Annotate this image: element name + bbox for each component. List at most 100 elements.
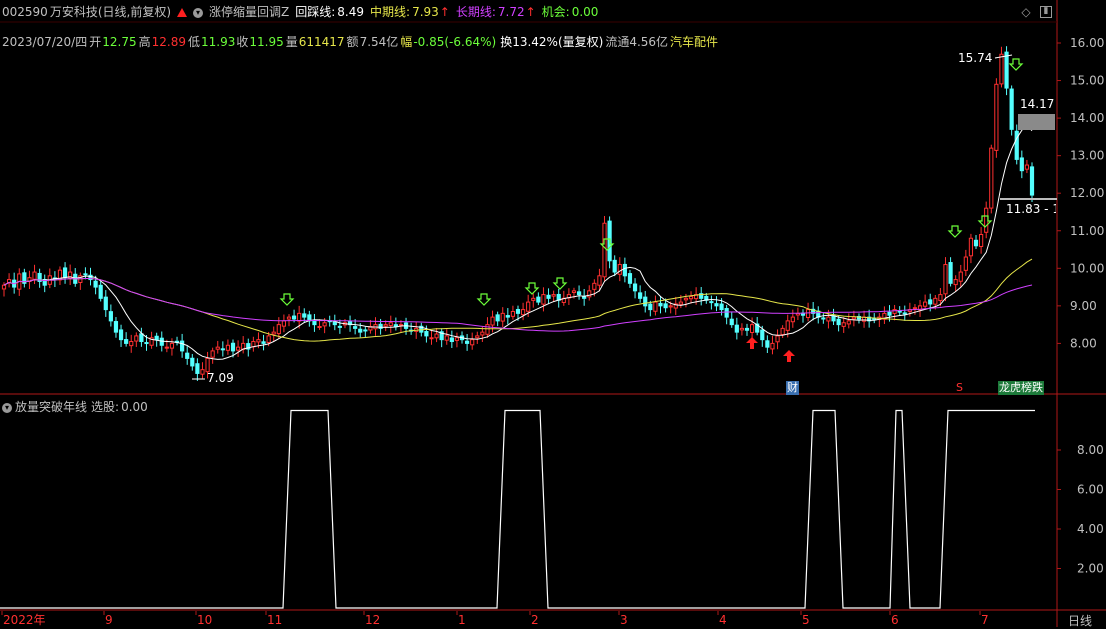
candle-body: [841, 322, 846, 327]
candle-body: [118, 329, 124, 341]
candle-body: [536, 296, 541, 303]
candle-body: [475, 335, 480, 339]
jihui-value: 0.00: [571, 5, 599, 19]
candle-body: [185, 352, 190, 359]
candle-body: [653, 301, 658, 312]
stock-symbol: 002590: [2, 5, 48, 19]
candle-body: [215, 346, 220, 350]
signal-up-arrow-icon: [783, 350, 795, 362]
candle-body: [826, 316, 831, 322]
signal-down-arrow-icon: [524, 282, 540, 295]
open-label: 开: [89, 35, 102, 49]
candle-body: [276, 324, 281, 335]
candle-body: [281, 320, 287, 327]
sub-indicator-name[interactable]: 放量突破年线: [15, 400, 87, 414]
candle-body: [291, 315, 297, 320]
candle-body: [164, 346, 169, 349]
changqi-label: 长期线:: [455, 5, 496, 19]
candle-body: [144, 342, 149, 345]
indicator-name[interactable]: 涨停缩量回调Z: [209, 5, 289, 19]
tag-s[interactable]: S: [955, 381, 964, 395]
sub-y-tick-label: 2.00: [1077, 562, 1104, 576]
candle-body: [683, 297, 689, 301]
candle-body: [444, 335, 449, 341]
candle-body: [632, 283, 638, 292]
turnover-value: 换13.42%(量复权): [500, 35, 604, 49]
candle-body: [322, 322, 327, 327]
candle-body: [546, 294, 551, 299]
candle-body: [266, 335, 271, 343]
candle-body: [994, 83, 999, 151]
period-label[interactable]: 日线: [1068, 612, 1092, 629]
candle-body: [724, 308, 729, 318]
candle-body: [836, 318, 841, 326]
x-tick-label: 5: [802, 613, 810, 627]
y-tick-label: 9.00: [1070, 299, 1097, 313]
candle-body: [1, 284, 7, 290]
candle-body: [968, 237, 974, 257]
change-label: 幅: [400, 35, 413, 49]
window-icon[interactable]: ▮: [1040, 6, 1052, 18]
candle-body: [531, 297, 536, 301]
changqi-line: 长期线: 7.72↑: [456, 5, 536, 19]
stock-name: 万安科技: [49, 5, 98, 19]
chevron-down-icon[interactable]: ▾: [193, 7, 204, 18]
high-label: 高: [138, 35, 151, 49]
signal-down-arrow-icon: [476, 293, 492, 306]
candle-body: [200, 369, 205, 375]
x-tick-label: 4: [719, 613, 727, 627]
candle-body: [846, 320, 851, 325]
candle-body: [663, 303, 668, 309]
candle-body: [180, 340, 185, 352]
signal-step-line: [0, 409, 1035, 609]
candle-body: [739, 327, 745, 331]
candle-body: [235, 346, 241, 351]
candle-body: [520, 309, 526, 316]
x-tick-label: 11: [267, 613, 282, 627]
amount-value: 7.54亿: [359, 35, 399, 49]
candle-body: [210, 350, 215, 358]
vol-label: 量: [285, 35, 298, 49]
chart-header: 002590 万安科技(日线,前复权) ▾ 涨停缩量回调Z 回踩线: 8.49 中期线: 7.…: [2, 3, 610, 20]
tag-longhu[interactable]: 龙虎榜跌: [998, 381, 1044, 395]
candle-body: [938, 294, 943, 302]
low-value: 11.93: [200, 35, 236, 49]
candle-body: [220, 348, 225, 351]
open-value: 12.75: [102, 35, 137, 49]
bar-date: 2023/07/20/四: [2, 35, 88, 49]
ma-white-line: [3, 124, 1033, 360]
candle-body: [805, 309, 811, 318]
candle-body: [449, 337, 454, 343]
x-tick-label: 2022年: [3, 613, 46, 627]
candle-body: [205, 357, 210, 373]
zhongqi-up-icon: ↑: [439, 5, 450, 19]
chevron-down-icon[interactable]: ▾: [2, 402, 12, 413]
y-tick-label: 10.00: [1070, 261, 1104, 275]
float-value: 流通4.56亿: [605, 35, 669, 49]
candle-body: [454, 337, 460, 341]
signal-down-arrow-icon: [279, 293, 295, 306]
candle-body: [612, 259, 617, 273]
candle-body: [551, 294, 556, 297]
industry-link[interactable]: 汽车配件: [670, 35, 718, 49]
diamond-icon[interactable]: ◇: [1020, 6, 1032, 18]
candle-body: [953, 279, 958, 286]
candle-body: [963, 256, 968, 271]
candle-body: [984, 207, 989, 233]
change-value: -0.85(-6.64%): [413, 35, 497, 49]
candle-body: [729, 318, 734, 326]
chart-mode: (日线,前复权): [97, 5, 172, 19]
tag-longhu-text: 龙虎榜: [999, 381, 1032, 394]
tag-cai[interactable]: 财: [786, 381, 799, 395]
candle-body: [134, 335, 139, 342]
bar-info: 2023/07/20/四 开12.75 高12.89 低11.93收11.95 量611…: [2, 33, 719, 50]
candle-body: [98, 284, 103, 299]
candle-body: [271, 331, 276, 335]
candle-body: [337, 325, 342, 328]
candle-body: [851, 316, 856, 320]
candle-body: [668, 305, 673, 308]
mark-1417-label: 14.17: [1020, 97, 1055, 111]
candle-body: [480, 331, 485, 336]
candle-body: [195, 363, 200, 374]
candle-body: [424, 331, 429, 337]
